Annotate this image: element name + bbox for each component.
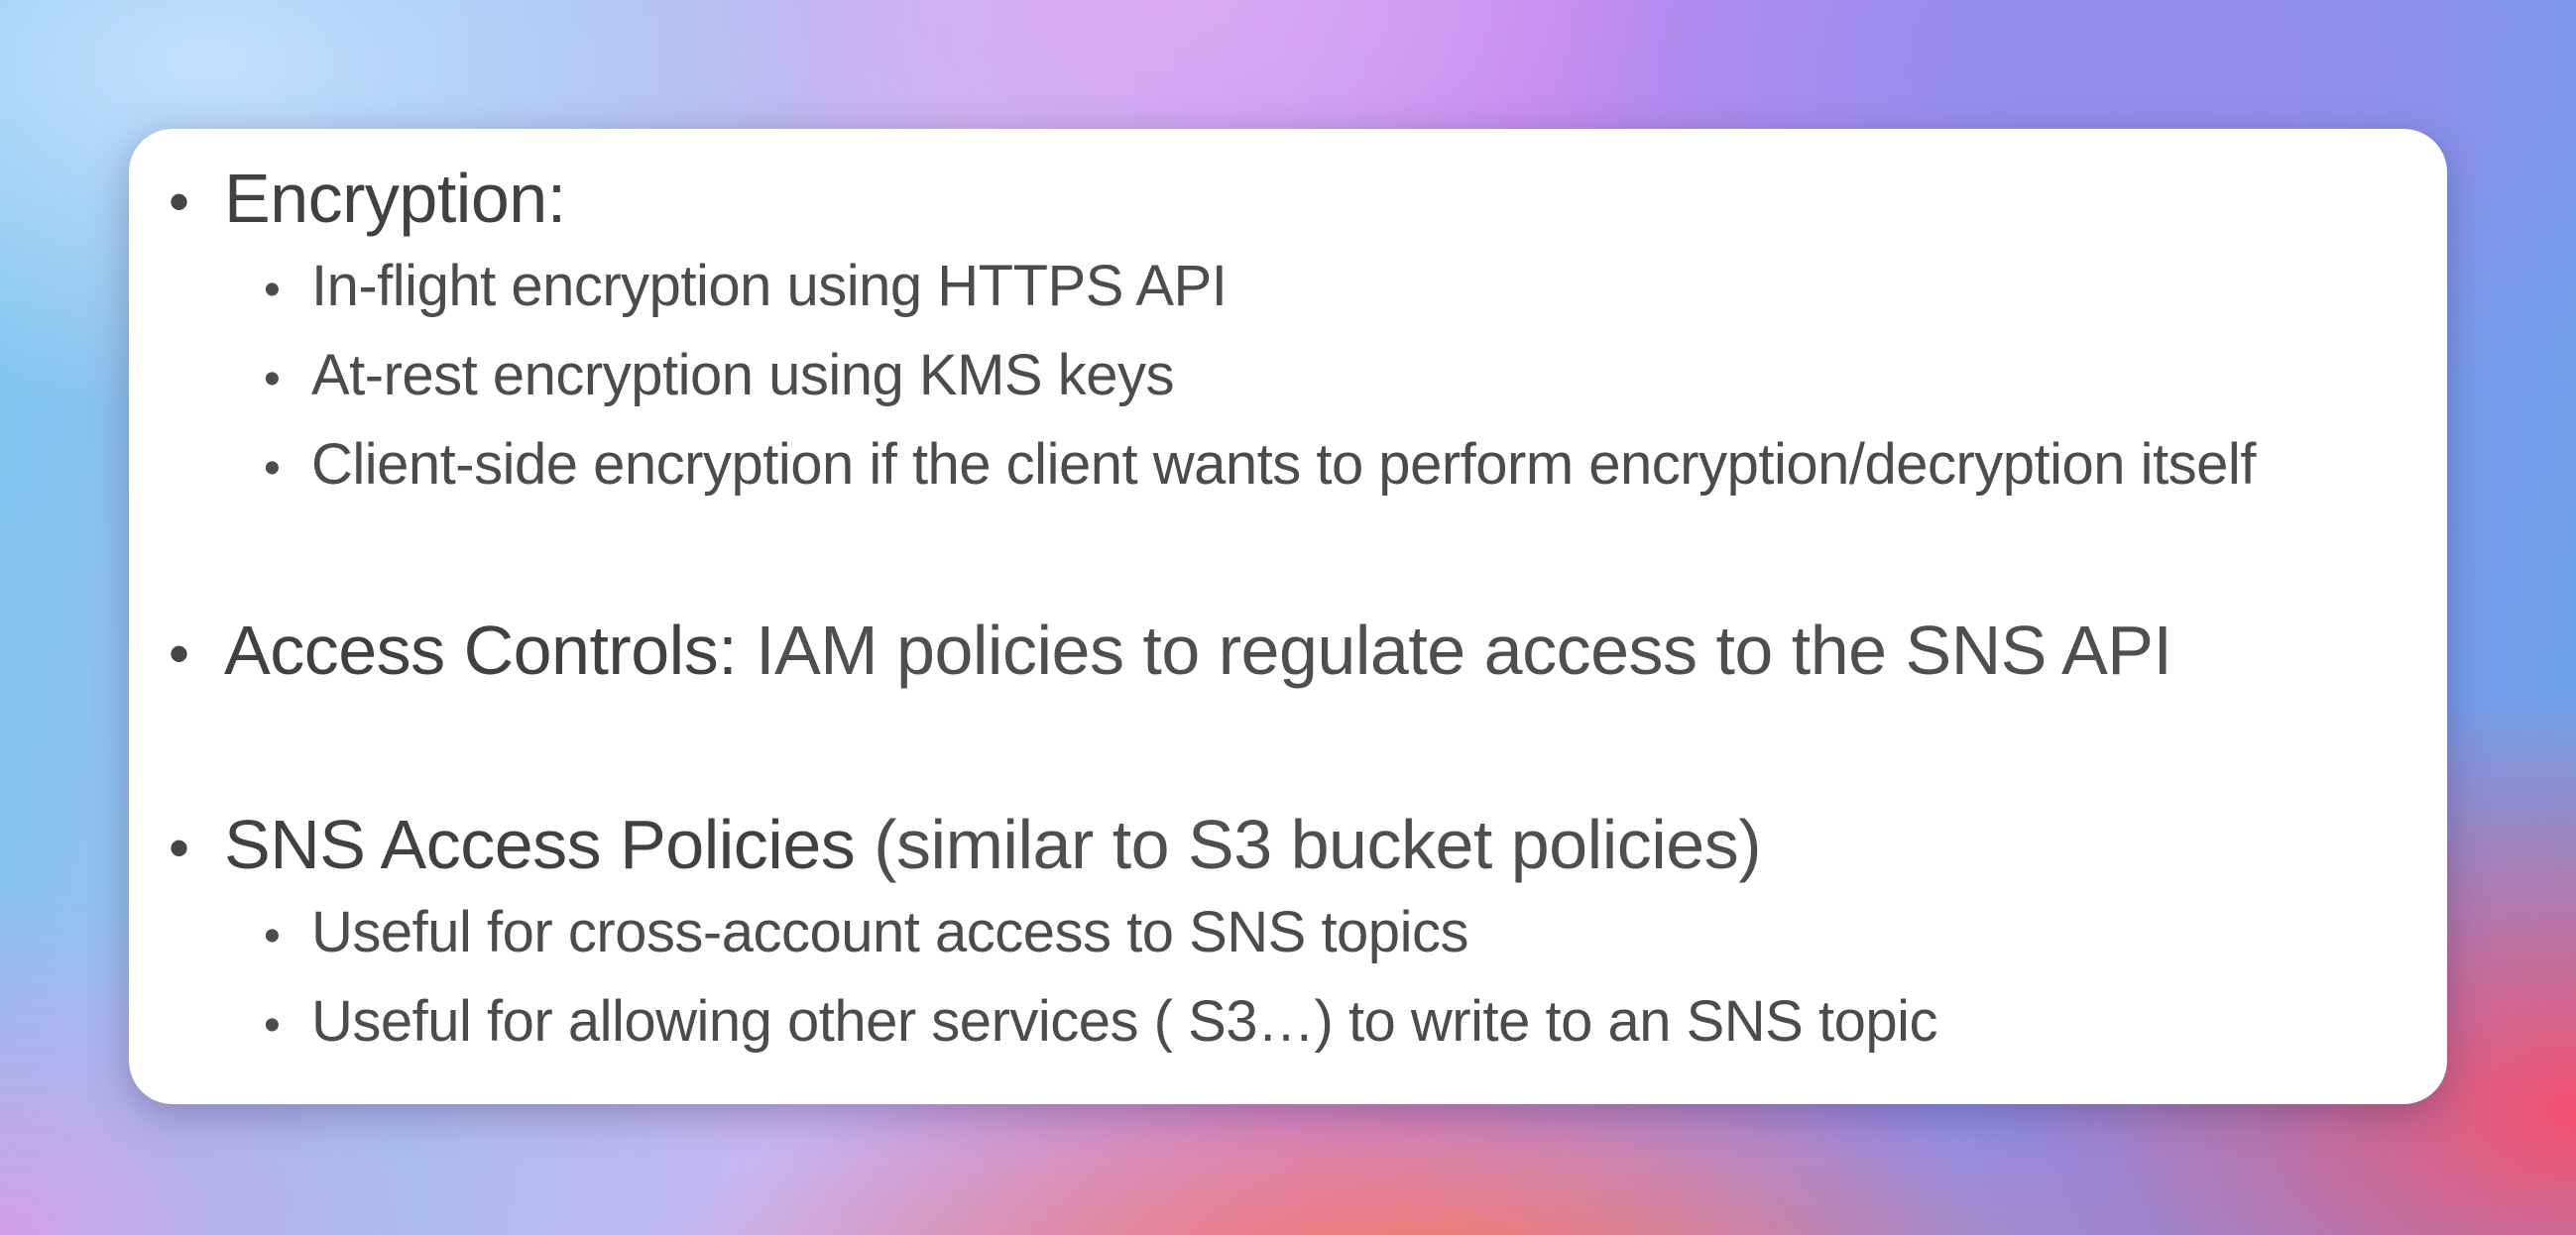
sub-bullet: • Client-side encryption if the client w… xyxy=(169,422,2256,511)
sub-bullet: • Useful for cross-account access to SNS… xyxy=(169,890,1937,979)
section-description: (similar to S3 bucket policies) xyxy=(855,806,1762,883)
sub-bullet-text: At-rest encryption using KMS keys xyxy=(311,343,1174,407)
bullet-dot: • xyxy=(264,264,281,316)
sub-bullet-text: In-flight encryption using HTTPS API xyxy=(311,254,1228,318)
bullet-sns-access-policies: • SNS Access Policies (similar to S3 buc… xyxy=(169,803,1937,890)
sub-bullet-text: Useful for cross-account access to SNS t… xyxy=(311,900,1468,964)
section-title: SNS Access Policies xyxy=(224,806,856,883)
bullet-encryption: • Encryption: xyxy=(169,157,2256,244)
bullet-dot: • xyxy=(169,168,189,235)
bullet-dot: • xyxy=(169,620,189,687)
sub-bullet: • In-flight encryption using HTTPS API xyxy=(169,244,2256,333)
section-description: IAM policies to regulate access to the S… xyxy=(737,612,2172,689)
bullet-access-controls: • Access Controls: IAM policies to regul… xyxy=(169,609,2172,696)
bullet-dot: • xyxy=(264,442,281,495)
section-title: Encryption: xyxy=(224,160,566,237)
section-access-controls: • Access Controls: IAM policies to regul… xyxy=(169,609,2172,696)
slide-card: • Encryption: • In-flight encryption usi… xyxy=(129,129,2447,1104)
bullet-dot: • xyxy=(264,999,281,1052)
bullet-dot: • xyxy=(264,910,281,962)
sub-bullet: • Useful for allowing other services ( S… xyxy=(169,979,1938,1068)
section-encryption: • Encryption: • In-flight encryption usi… xyxy=(169,157,2256,511)
sub-bullet-text: Useful for allowing other services ( S3…… xyxy=(311,989,1938,1054)
bullet-dot: • xyxy=(264,353,281,405)
sub-bullet: • At-rest encryption using KMS keys xyxy=(169,333,2256,422)
section-title: Access Controls: xyxy=(224,612,738,689)
sub-bullet-text: Client-side encryption if the client wan… xyxy=(311,432,2256,497)
section-sns-access-policies: • SNS Access Policies (similar to S3 buc… xyxy=(169,803,1938,1068)
bullet-dot: • xyxy=(169,815,189,881)
